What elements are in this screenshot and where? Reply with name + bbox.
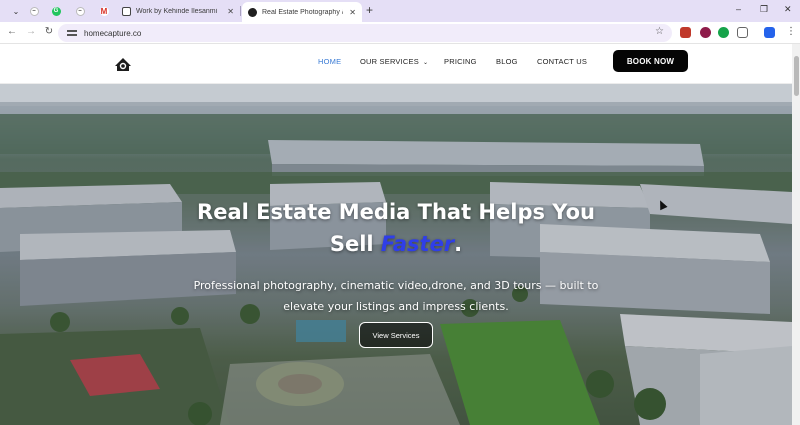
profile-icon[interactable] xyxy=(764,27,775,38)
extension-gmail-icon[interactable] xyxy=(680,27,691,38)
homecapture-logo[interactable] xyxy=(114,55,132,73)
hero-subtitle-line2: elevate your listings and impress client… xyxy=(283,300,509,313)
restore-icon[interactable]: ❐ xyxy=(760,4,768,15)
close-icon[interactable]: ✕ xyxy=(227,7,234,16)
nav-our-services[interactable]: OUR SERVICES ⌄ xyxy=(360,57,428,66)
page-scrollbar[interactable] xyxy=(792,44,800,425)
pinned-tab-3[interactable]: – xyxy=(68,2,92,20)
hero-subtitle-line1: Professional photography, cinematic vide… xyxy=(193,279,599,292)
forward-arrow-icon[interactable]: → xyxy=(24,26,38,37)
kebab-menu-icon[interactable]: ⋮ xyxy=(786,26,796,37)
hero-title-sell: Sell xyxy=(329,232,374,256)
url-text: homecapture.co xyxy=(84,28,142,38)
site-info-icon[interactable] xyxy=(67,29,77,37)
hero-title-accent: Faster xyxy=(380,232,455,256)
tab-kehinde[interactable]: Work by Kehinde Ilesanmi ✕ xyxy=(116,2,240,20)
tab-divider xyxy=(240,6,241,16)
minimize-icon[interactable]: – xyxy=(736,4,741,14)
grammarly-icon: G xyxy=(51,6,61,16)
site-header: HOME OUR SERVICES ⌄ PRICING BLOG CONTACT … xyxy=(0,44,792,84)
site-favicon-icon xyxy=(122,6,131,16)
nav-our-services-label: OUR SERVICES xyxy=(360,57,419,66)
page-viewport: HOME OUR SERVICES ⌄ PRICING BLOG CONTACT … xyxy=(0,44,792,425)
nav-contact-us[interactable]: CONTACT US xyxy=(537,57,587,66)
back-arrow-icon[interactable]: ← xyxy=(5,26,19,37)
pinned-tab-2[interactable]: G xyxy=(44,2,68,20)
bookmark-star-icon[interactable]: ☆ xyxy=(655,26,664,37)
tab-real-estate[interactable]: Real Estate Photography & Me ✕ xyxy=(242,2,362,22)
hero-title-period: . xyxy=(454,232,463,256)
hero-title-line2: Sell Faster. xyxy=(0,232,792,256)
new-tab-plus-icon[interactable]: + xyxy=(366,3,373,17)
extension-shield-icon[interactable] xyxy=(700,27,711,38)
reload-icon[interactable]: ↻ xyxy=(42,26,56,37)
nav-home[interactable]: HOME xyxy=(318,57,341,66)
hero-title-line1: Real Estate Media That Helps You xyxy=(197,200,595,224)
chevron-down-icon: ⌄ xyxy=(422,60,429,66)
hero-section: Real Estate Media That Helps You Sell Fa… xyxy=(0,84,792,425)
nav-blog[interactable]: BLOG xyxy=(496,57,518,66)
gmail-icon: M xyxy=(99,6,109,16)
extensions-puzzle-icon[interactable] xyxy=(737,27,748,38)
browser-tab-strip: ⌄ – G – M Work by Kehinde Ilesanmi ✕ Rea… xyxy=(0,0,800,22)
minus-icon: – xyxy=(75,6,85,16)
scrollbar-thumb[interactable] xyxy=(794,56,799,96)
minus-icon: – xyxy=(29,6,39,16)
extension-grammarly-icon[interactable] xyxy=(718,27,729,38)
homecapture-favicon-icon xyxy=(248,7,257,17)
close-icon[interactable]: ✕ xyxy=(349,8,356,17)
view-services-button[interactable]: View Services xyxy=(359,322,433,348)
pinned-tab-gmail[interactable]: M xyxy=(92,2,116,20)
nav-pricing[interactable]: PRICING xyxy=(444,57,477,66)
tab-title: Real Estate Photography & Me xyxy=(262,8,343,16)
pinned-tab-1[interactable]: – xyxy=(22,2,46,20)
address-bar[interactable]: homecapture.co ☆ xyxy=(58,24,672,42)
book-now-button[interactable]: BOOK NOW xyxy=(613,50,688,72)
window-close-icon[interactable]: ✕ xyxy=(784,4,792,15)
tab-title: Work by Kehinde Ilesanmi xyxy=(136,7,218,15)
browser-toolbar: ← → ↻ homecapture.co ☆ ⋮ xyxy=(0,22,800,44)
chevron-down-icon: ⌄ xyxy=(12,6,20,16)
